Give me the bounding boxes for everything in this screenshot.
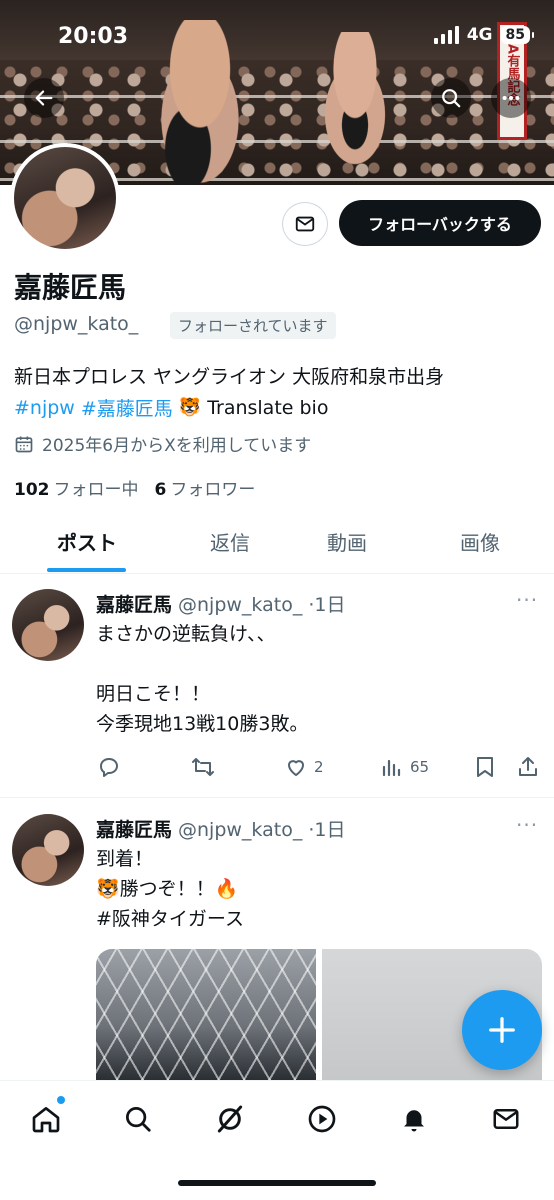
post-time: ·1日 [308,819,346,841]
reply-icon [100,758,118,777]
notification-dot [57,1096,65,1104]
network-label: 4G [466,25,493,45]
search-button[interactable] [431,78,471,118]
post-text: まさかの逆転負け、、 明日こそ！！ 今季現地13戦10勝3敗。 [96,623,309,735]
signal-icon [433,26,459,44]
nav-search[interactable] [118,1099,158,1139]
back-arrow-icon [35,90,53,106]
search-icon [442,89,461,108]
following-label: フォロー中 [53,480,139,500]
bio-hashtag-name[interactable]: #嘉藤匠馬 [81,394,173,421]
follow-back-button[interactable]: フォローバックする [339,200,541,246]
nav-home[interactable] [26,1096,66,1139]
bio-text: 新日本プロレス ヤングライオン 大阪府和泉市出身 [14,366,445,388]
search-icon [126,1107,151,1132]
home-indicator [178,1180,376,1186]
followers-count: 6 [154,480,167,500]
compose-post-button[interactable] [462,990,542,1070]
share-button[interactable] [516,755,540,779]
post-avatar[interactable] [12,814,84,886]
tab-images[interactable]: 画像 [420,510,540,573]
post-author-handle: @njpw_kato_ [178,819,303,841]
view-count: 65 [410,758,430,776]
user-handle: @njpw_kato_ [14,313,139,335]
post-hashtag[interactable]: #阪神タイガース [96,904,244,934]
message-button[interactable] [282,202,328,246]
reply-button[interactable] [97,755,121,779]
display-name: 嘉藤匠馬 [14,271,127,304]
back-button[interactable] [24,78,64,118]
repost-icon [192,758,214,776]
nav-notifications[interactable] [394,1099,434,1139]
banner-wrestler-left [140,20,260,185]
more-options-button[interactable] [491,78,531,118]
post-time: ·1日 [308,594,346,616]
mail-icon [493,1109,519,1129]
follows-you-badge: フォローされています [170,312,336,339]
views-button[interactable]: 65 [380,755,429,779]
nav-video[interactable] [302,1099,342,1139]
post-text-line: 🐯勝つぞ！！🔥 [96,878,239,900]
status-icons: 4G 85 [433,25,535,45]
plus-icon [489,1017,515,1043]
post-header: 嘉藤匠馬 @njpw_kato_ ·1日 [96,590,345,617]
post-more-icon[interactable]: ··· [516,813,538,837]
post-header: 嘉藤匠馬 @njpw_kato_ ·1日 [96,815,345,842]
tab-posts[interactable]: ポスト [20,510,154,573]
views-chart-icon [382,759,401,777]
post-more-icon[interactable]: ··· [516,588,538,612]
profile-tabs: ポスト 返信 動画 画像 [0,510,554,574]
calendar-icon [15,436,33,452]
followers-link[interactable]: 6 フォロワー [155,475,256,500]
mail-icon [295,216,315,232]
post-author-name[interactable]: 嘉藤匠馬 [96,590,172,617]
tab-videos[interactable]: 動画 [287,510,407,573]
heart-icon [288,760,304,776]
share-icon [519,757,537,776]
repost-button[interactable] [190,755,216,779]
ring-rope [0,140,554,143]
active-tab-indicator [47,568,126,572]
like-count: 2 [314,758,324,776]
joined-date: 2025年6月からXを利用しています [14,431,311,456]
bell-icon [404,1110,424,1132]
follow-counts: 102 フォロー中 6 フォロワー [14,475,255,500]
bio-hashtag-njpw[interactable]: #njpw [14,397,75,419]
joined-text: 2025年6月からXを利用しています [42,436,312,456]
following-link[interactable]: 102 フォロー中 [14,475,139,500]
post-avatar[interactable] [12,589,84,661]
more-dots-icon [502,95,520,101]
post-author-name[interactable]: 嘉藤匠馬 [96,815,172,842]
post-author-handle: @njpw_kato_ [178,594,303,616]
post-text-line: 到着！ [96,848,154,870]
following-count: 102 [14,480,50,500]
status-time: 20:03 [58,24,129,49]
grok-icon [217,1105,243,1133]
play-icon [308,1105,336,1133]
tab-replies[interactable]: 返信 [170,510,290,573]
bio-line-2: #njpw #嘉藤匠馬 🐯 Translate bio [14,394,328,421]
home-icon [32,1107,60,1133]
battery-icon: 85 [500,26,535,44]
profile-avatar[interactable] [10,143,120,253]
bookmark-button[interactable] [474,755,496,779]
translate-bio-link[interactable]: Translate bio [207,397,328,419]
banner-wrestler-right [305,32,405,182]
like-button[interactable]: 2 [284,755,324,779]
tiger-emoji: 🐯 [178,397,202,418]
post-divider [0,797,554,798]
followers-label: フォロワー [170,480,256,500]
nav-messages[interactable] [486,1099,526,1139]
post-media-image[interactable] [96,949,316,1089]
bookmark-icon [477,757,493,777]
nav-grok[interactable] [210,1099,250,1139]
